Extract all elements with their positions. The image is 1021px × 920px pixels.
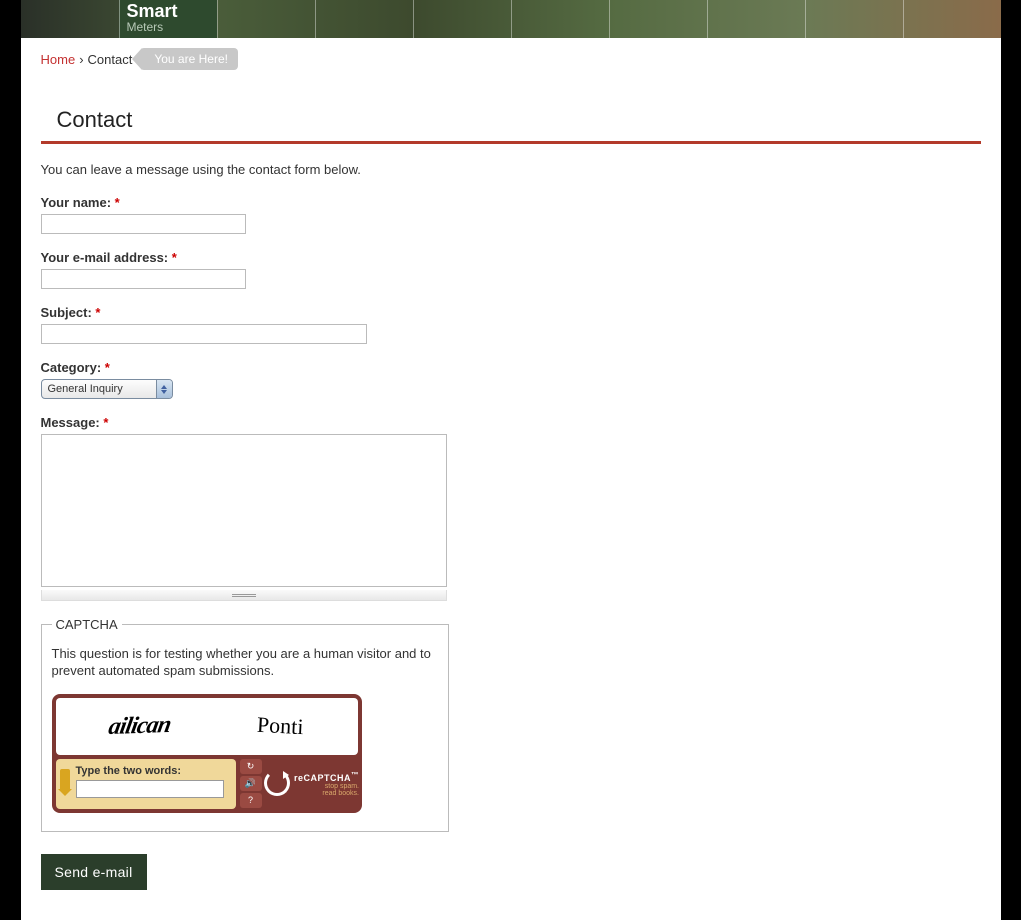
banner-separator (609, 0, 610, 38)
subject-input[interactable] (41, 324, 367, 344)
required-mark: * (105, 360, 110, 375)
select-stepper-icon (156, 380, 172, 398)
recaptcha-widget: ailican Ponti Type the two words: ↻ 🔊 ? (52, 694, 362, 813)
page-title: Contact (41, 101, 981, 144)
send-email-button[interactable]: Send e-mail (41, 854, 147, 890)
message-textarea[interactable] (41, 434, 447, 587)
category-selected-value: General Inquiry (42, 383, 156, 395)
recaptcha-tagline: stop spam.read books. (294, 783, 359, 798)
email-label: Your e-mail address: * (41, 250, 981, 265)
intro-text: You can leave a message using the contac… (41, 162, 981, 177)
recaptcha-challenge-image: ailican Ponti (56, 698, 358, 755)
recaptcha-prompt: Type the two words: (76, 765, 228, 777)
banner-separator (119, 0, 120, 38)
message-label: Message: * (41, 415, 981, 430)
required-mark: * (95, 305, 100, 320)
required-mark: * (172, 250, 177, 265)
captcha-description: This question is for testing whether you… (52, 646, 438, 680)
recaptcha-spinner-icon (264, 770, 290, 796)
banner-separator (805, 0, 806, 38)
banner-separator (707, 0, 708, 38)
banner-separator (315, 0, 316, 38)
name-input[interactable] (41, 214, 246, 234)
name-label: Your name: * (41, 195, 981, 210)
breadcrumb-separator: › (79, 52, 83, 67)
header-banner: Smart Meters (21, 0, 1001, 38)
email-input[interactable] (41, 269, 246, 289)
category-select[interactable]: General Inquiry (41, 379, 173, 399)
banner-separator (413, 0, 414, 38)
recaptcha-audio-button[interactable]: 🔊 (240, 776, 262, 791)
captcha-fieldset: CAPTCHA This question is for testing whe… (41, 617, 449, 832)
category-label: Category: * (41, 360, 981, 375)
recaptcha-reload-button[interactable]: ↻ (240, 759, 262, 774)
breadcrumb-current: Contact (88, 52, 133, 67)
captcha-word-2: Ponti (257, 712, 305, 740)
required-mark: * (103, 415, 108, 430)
breadcrumb-home-link[interactable]: Home (41, 52, 76, 67)
help-icon: ? (248, 795, 253, 805)
captcha-legend: CAPTCHA (52, 617, 122, 632)
nav-item-smart-meters[interactable]: Smart Meters (119, 0, 217, 38)
banner-separator (511, 0, 512, 38)
textarea-resize-handle[interactable] (41, 590, 447, 601)
recaptcha-input-area: Type the two words: (56, 759, 236, 809)
subject-label: Subject: * (41, 305, 981, 320)
breadcrumb-you-are-here-badge: You are Here! (140, 48, 238, 70)
banner-subtitle: Meters (127, 20, 209, 34)
required-mark: * (115, 195, 120, 210)
recaptcha-response-input[interactable] (76, 780, 224, 798)
reload-icon: ↻ (247, 761, 255, 772)
audio-icon: 🔊 (245, 778, 256, 789)
banner-title: Smart (127, 2, 209, 20)
banner-separator (217, 0, 218, 38)
recaptcha-help-button[interactable]: ? (240, 793, 262, 808)
captcha-word-1: ailican (107, 712, 173, 741)
recaptcha-logo: reCAPTCHA™ stop spam.read books. (266, 759, 358, 809)
banner-separator (903, 0, 904, 38)
breadcrumb: Home › Contact You are Here! (21, 38, 1001, 81)
